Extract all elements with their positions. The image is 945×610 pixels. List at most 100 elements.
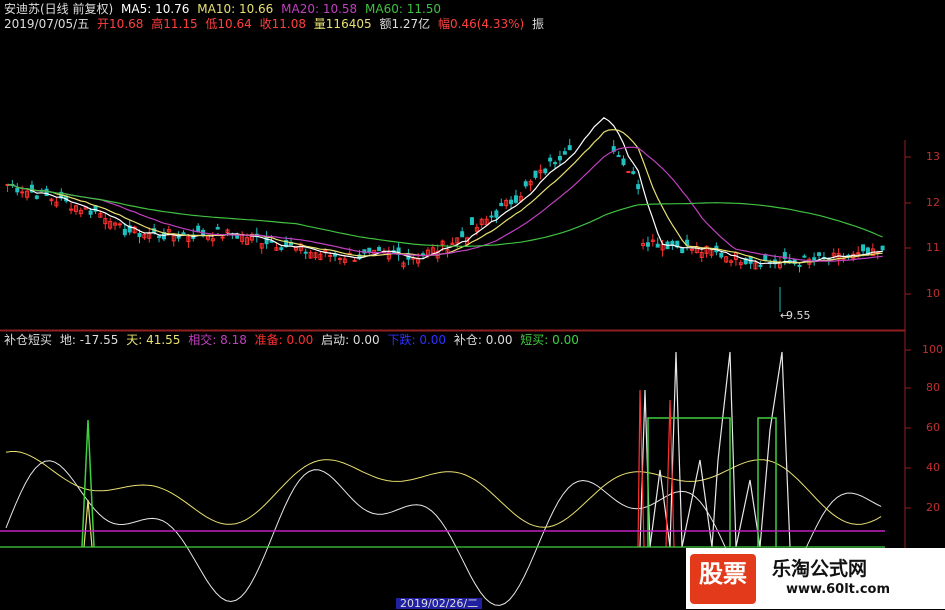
indicator-spikes-red [637,389,675,548]
bottom-date: 2019/02/26/二 [396,598,483,609]
candle-body [626,171,631,174]
candle-body [494,210,499,218]
indicator-header: 补仓短买 地: -17.55 天: 41.55 相交: 8.18 准备: 0.0… [4,333,583,348]
watermark-url: www.60lt.com [786,582,891,597]
volume-value: 量116405 [313,17,372,31]
ind-axis-40: 40 [926,461,940,474]
candle-body [215,227,220,230]
price-axis-12: 12 [926,196,940,209]
candle-body [513,195,518,203]
header-row-1: 安迪苏(日线 前复权) MA5: 10.76 MA10: 10.66 MA20:… [4,2,445,17]
chart-canvas: 9.55 ← [0,0,945,609]
candle-body [533,170,538,178]
indicator-spikes-white [639,351,791,548]
candle-body [264,236,269,245]
open-value: 开10.68 [97,17,144,31]
ind-axis-20: 20 [926,501,940,514]
candle-body [88,210,93,215]
candle-body [680,247,685,254]
indicator-qidong: 启动: 0.00 [321,333,380,347]
change-value: 幅0.46(4.33%) [438,17,525,31]
amount-value: 额1.27亿 [379,17,431,31]
candle-body [137,233,142,238]
candle-body [352,259,357,262]
candle-body [562,151,567,155]
amplitude-value: 振 [532,17,545,31]
indicator-yellow-line [5,451,882,528]
indicator-name: 补仓短买 [4,333,53,347]
candle-body [34,195,39,199]
watermark: 股票 乐淘公式网 www.60lt.com [686,548,945,609]
indicator-tian: 天: 41.55 [126,333,181,347]
candle-body [460,231,465,238]
candle-body [802,255,807,258]
candle-body [631,171,636,174]
candle-body [861,244,866,252]
candle-body [817,252,822,256]
candle-body [328,254,333,257]
candle-body [557,155,562,161]
candle-body [181,232,186,235]
candle-body [157,235,162,238]
candle-body [758,264,763,267]
stock-name: 安迪苏(日线 前复权) [4,2,114,16]
price-axis-13: 13 [926,150,940,163]
overlay-box [233,280,713,328]
candle-body [15,187,20,193]
indicator-spike-green [81,419,95,548]
candle-body [856,252,861,255]
candle-body [797,264,802,267]
candle-body [655,243,660,248]
ma5-value: MA5: 10.76 [121,2,190,16]
ma10-line [7,129,883,264]
low-marker-arrow: ← [780,309,789,322]
ind-axis-80: 80 [926,381,940,394]
low-value: 低10.64 [205,17,252,31]
candle-body [303,251,308,254]
candle-body [645,242,650,247]
watermark-site: 乐淘公式网 [772,558,868,580]
candle-body [621,158,626,166]
ind-axis-100: 100 [922,343,943,356]
indicator-xiangjiao: 相交: 8.18 [188,333,247,347]
candle-body [20,191,25,194]
low-marker-label: 9.55 [786,309,811,322]
indicator-spike-yellow [83,499,93,548]
candle-body [469,217,474,226]
ma10-value: MA10: 10.66 [197,2,274,16]
candle-body [543,168,548,174]
candle-body [567,145,572,151]
watermark-logo: 股票 [690,554,756,604]
candle-body [122,228,127,236]
ma60-line [7,183,883,248]
indicator-bucang: 补仓: 0.00 [453,333,513,347]
candle-body [689,248,694,251]
ma60-value: MA60: 11.50 [365,2,442,16]
candle-body [880,245,885,251]
price-axis-11: 11 [926,241,940,254]
candle-body [616,155,621,158]
candle-body [523,181,528,187]
candle-body [337,257,342,260]
candle-body [269,240,274,243]
header-row-2: 2019/07/05/五 开10.68 高11.15 低10.64 收11.08… [4,17,548,32]
ind-axis-60: 60 [926,421,940,434]
candle-body [196,225,201,232]
candle-body [279,247,284,251]
date-label: 2019/07/05/五 [4,17,90,31]
candle-body [489,215,494,218]
candle-body [377,247,382,252]
candle-body [499,202,504,207]
indicator-xiadie: 下跌: 0.00 [387,333,447,347]
candle-body [509,199,514,205]
candle-body [235,235,240,239]
candle-body [44,188,49,197]
candle-body [220,236,225,239]
candle-body [117,223,122,226]
price-axis-10: 10 [926,287,940,300]
candle-body [719,252,724,258]
indicator-di: 地: -17.55 [59,333,119,347]
close-value: 收11.08 [259,17,306,31]
high-value: 高11.15 [151,17,198,31]
candle-body [636,184,641,190]
